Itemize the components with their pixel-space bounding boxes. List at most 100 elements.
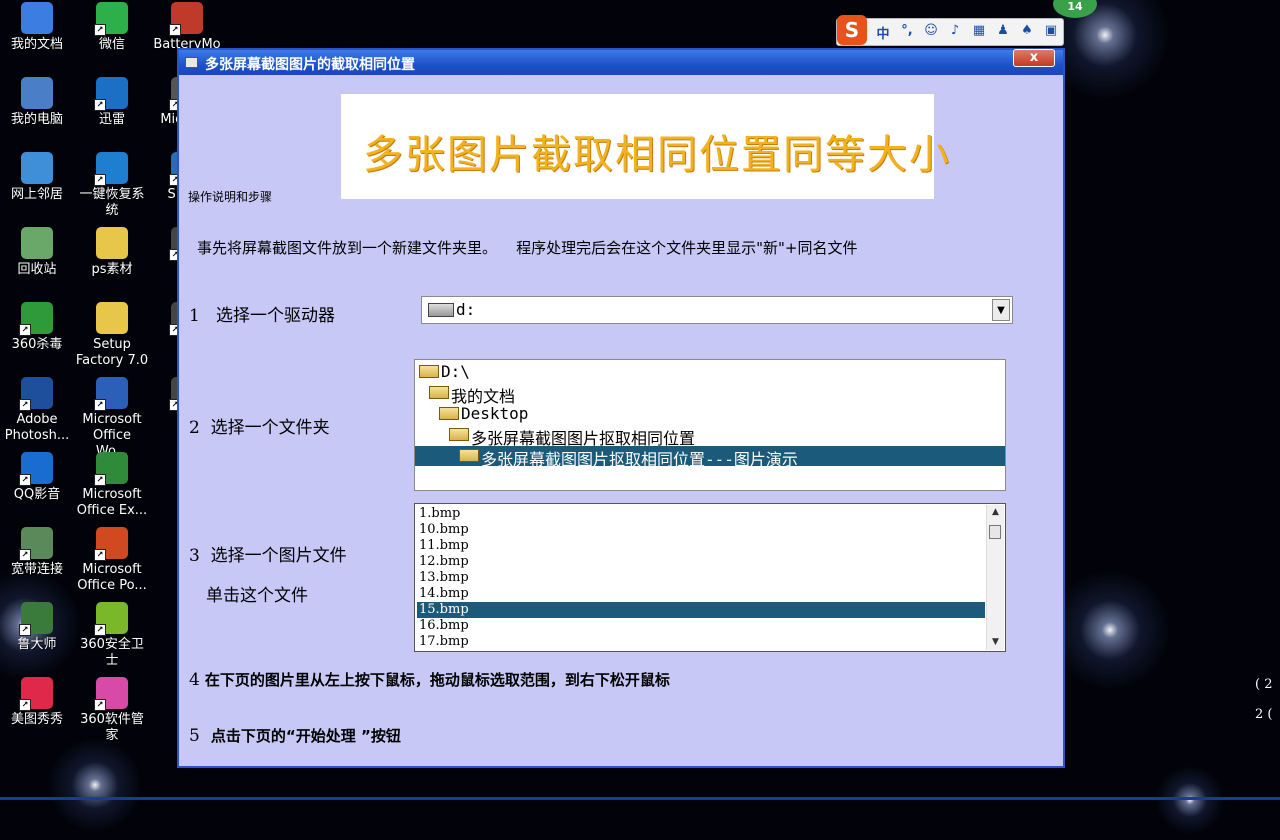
desktop-icon-label: 网上邻居 bbox=[10, 187, 63, 202]
file-item[interactable]: 10.bmp bbox=[417, 522, 985, 538]
ime-items: 中 °, ☺ ♪ ▦ ♟ ♠ ▣ bbox=[871, 23, 1063, 42]
desktop-icon[interactable]: 网上邻居 bbox=[0, 152, 74, 203]
scroll-down-icon[interactable]: ▼ bbox=[987, 635, 1004, 650]
battery-icon: ↗ bbox=[169, 2, 203, 36]
window-icon bbox=[185, 57, 198, 68]
folder-item[interactable]: D:\ bbox=[415, 362, 1005, 382]
fragment-line: ( 2 bbox=[1255, 677, 1273, 692]
desktop-icon[interactable]: ↗ BatteryMo bbox=[150, 2, 224, 53]
file-list[interactable]: 1.bmp 10.bmp 11.bmp 12.bmp 13.bmp 14.bmp 15.bm… bbox=[414, 503, 1006, 652]
folder-item-label: 多张屏幕截图图片抠取相同位置---图片演示 bbox=[481, 450, 798, 469]
title-bar[interactable]: 多张屏幕截图图片的截取相同位置 x bbox=[179, 49, 1063, 75]
keyboard-icon[interactable]: ▦ bbox=[967, 23, 991, 42]
file-item[interactable]: 13.bmp bbox=[417, 570, 985, 586]
desktop-icon[interactable]: ↗ 美图秀秀 bbox=[0, 677, 74, 728]
desktop-icon[interactable]: 我的电脑 bbox=[0, 77, 74, 128]
desktop-icon[interactable]: ↗ 微信 bbox=[75, 2, 149, 53]
desktop-icon-label: Microsoft Office Ex... bbox=[76, 487, 148, 518]
shortcut-arrow-icon: ↗ bbox=[94, 24, 106, 36]
shortcut-arrow-icon: ↗ bbox=[19, 324, 31, 336]
scroll-up-icon[interactable]: ▲ bbox=[987, 505, 1004, 520]
folder-tree[interactable]: D:\ 我的文档 Desktop 多张屏幕截图图片抠取相同位置多张屏幕截图图片抠取相同… bbox=[414, 359, 1006, 491]
user-icon[interactable]: ♟ bbox=[991, 23, 1015, 42]
shortcut-arrow-icon: ↗ bbox=[94, 99, 106, 111]
file-item[interactable]: 17.bmp bbox=[417, 634, 985, 650]
microphone-icon[interactable]: ♪ bbox=[943, 23, 967, 42]
desktop-icon[interactable]: ps素材 bbox=[75, 227, 149, 278]
computer-icon bbox=[21, 77, 53, 109]
xunlei-icon: ↗ bbox=[94, 77, 128, 111]
desktop-icon-label: 我的电脑 bbox=[10, 112, 63, 127]
banner-text: 多张图片截取相同位置同等大小 bbox=[363, 132, 951, 178]
software-manager-icon: ↗ bbox=[94, 677, 128, 711]
section-label: 操作说明和步骤 bbox=[188, 190, 273, 204]
step5: 5 点击下页的“开始处理 ”按钮 bbox=[189, 725, 401, 746]
drive-select[interactable]: d: ▼ bbox=[421, 296, 1013, 324]
file-item[interactable]: 15.bmp bbox=[417, 602, 985, 618]
excel-icon: ↗ bbox=[94, 452, 128, 486]
desktop-icon[interactable]: 回收站 bbox=[0, 227, 74, 278]
file-item[interactable]: 1.bmp bbox=[417, 506, 985, 522]
shortcut-arrow-icon: ↗ bbox=[94, 474, 106, 486]
folder-item[interactable]: 多张屏幕截图图片抠取相同位置 bbox=[415, 425, 1005, 448]
desktop-icon[interactable]: Setup Factory 7.0 bbox=[75, 302, 149, 369]
shortcut-arrow-icon: ↗ bbox=[169, 24, 181, 36]
desktop-icon-label: Setup Factory 7.0 bbox=[75, 337, 149, 368]
desktop-icon-label: 回收站 bbox=[17, 262, 57, 277]
folder-item-label: Desktop bbox=[461, 404, 529, 423]
scroll-thumb[interactable] bbox=[989, 525, 1001, 539]
desktop-icon-label: 360安全卫士 bbox=[80, 637, 144, 668]
desktop-icon[interactable]: ↗ 鲁大师 bbox=[0, 602, 74, 653]
punctuation-icon[interactable]: °, bbox=[895, 23, 919, 42]
desktop-icon-label: 迅雷 bbox=[98, 112, 125, 127]
shortcut-arrow-icon: ↗ bbox=[94, 624, 106, 636]
ime-toolbar: S 中 °, ☺ ♪ ▦ ♟ ♠ ▣ bbox=[836, 15, 1064, 46]
desktop-icon[interactable]: ↗ Microsoft Office Ex... bbox=[75, 452, 149, 519]
desktop-icon[interactable]: ↗ Adobe Photosh... bbox=[0, 377, 74, 444]
scrollbar[interactable]: ▲ ▼ bbox=[986, 505, 1004, 650]
step5-number: 5 bbox=[189, 726, 200, 746]
desktop-icon[interactable]: ↗ 迅雷 bbox=[75, 77, 149, 128]
documents-icon bbox=[21, 2, 53, 34]
desktop-icon-label: 360杀毒 bbox=[11, 337, 63, 352]
shortcut-arrow-icon: ↗ bbox=[19, 474, 31, 486]
desktop-icon[interactable]: 我的文档 bbox=[0, 2, 74, 53]
folder-icon bbox=[449, 428, 469, 441]
desktop-icon[interactable]: ↗ 宽带连接 bbox=[0, 527, 74, 578]
desktop-icon[interactable]: ↗ QQ影音 bbox=[0, 452, 74, 503]
desktop-icon[interactable]: ↗Microsoft Office Wo... bbox=[75, 377, 149, 460]
background-sparkle bbox=[40, 730, 150, 840]
app-window: 多张屏幕截图图片的截取相同位置 x 多张图片截取相同位置同等大小 操作说明和步骤… bbox=[177, 48, 1065, 768]
desktop-icon[interactable]: ↗ 360安全卫士 bbox=[75, 602, 149, 669]
step4-number: 4 bbox=[189, 670, 200, 690]
safeguard-icon: ↗ bbox=[94, 602, 128, 636]
folder-item[interactable]: Desktop bbox=[415, 404, 1005, 424]
emoji-icon[interactable]: ☺ bbox=[919, 23, 943, 42]
drive-icon bbox=[428, 303, 454, 317]
desktop-icon[interactable]: ↗ 一键恢复系统 bbox=[75, 152, 149, 219]
chinese-mode-icon[interactable]: 中 bbox=[871, 23, 895, 42]
close-button[interactable]: x bbox=[1013, 49, 1055, 67]
file-item[interactable]: 14.bmp bbox=[417, 586, 985, 602]
desktop-icon[interactable]: ↗ Microsoft Office Po... bbox=[75, 527, 149, 594]
file-item[interactable]: 11.bmp bbox=[417, 538, 985, 554]
toolbox-icon[interactable]: ▣ bbox=[1039, 23, 1063, 42]
shortcut-arrow-icon: ↗ bbox=[19, 549, 31, 561]
sogou-logo-icon[interactable]: S bbox=[837, 15, 867, 45]
file-item[interactable]: 16.bmp bbox=[417, 618, 985, 634]
ludashi-icon: ↗ bbox=[19, 602, 53, 636]
chevron-down-icon[interactable]: ▼ bbox=[992, 299, 1010, 321]
banner-image: 多张图片截取相同位置同等大小 bbox=[341, 94, 949, 199]
file-item[interactable]: 12.bmp bbox=[417, 554, 985, 570]
notification-badge[interactable]: 14 bbox=[1053, 0, 1097, 18]
folder-icon bbox=[439, 407, 459, 420]
desktop-icon[interactable]: ↗ 360软件管家 bbox=[75, 677, 149, 744]
desktop-icon-label: 美图秀秀 bbox=[10, 712, 63, 727]
folder-item[interactable]: 我的文档 bbox=[415, 383, 1005, 406]
desktop-icon[interactable]: ↗ 360杀毒 bbox=[0, 302, 74, 353]
folder-item[interactable]: 多张屏幕截图图片抠取相同位置---图片演示 bbox=[415, 446, 1005, 469]
skin-icon[interactable]: ♠ bbox=[1015, 23, 1039, 42]
shortcut-arrow-icon: ↗ bbox=[19, 399, 31, 411]
qqplayer-icon: ↗ bbox=[19, 452, 53, 486]
folder-item-label: D:\ bbox=[441, 362, 470, 381]
